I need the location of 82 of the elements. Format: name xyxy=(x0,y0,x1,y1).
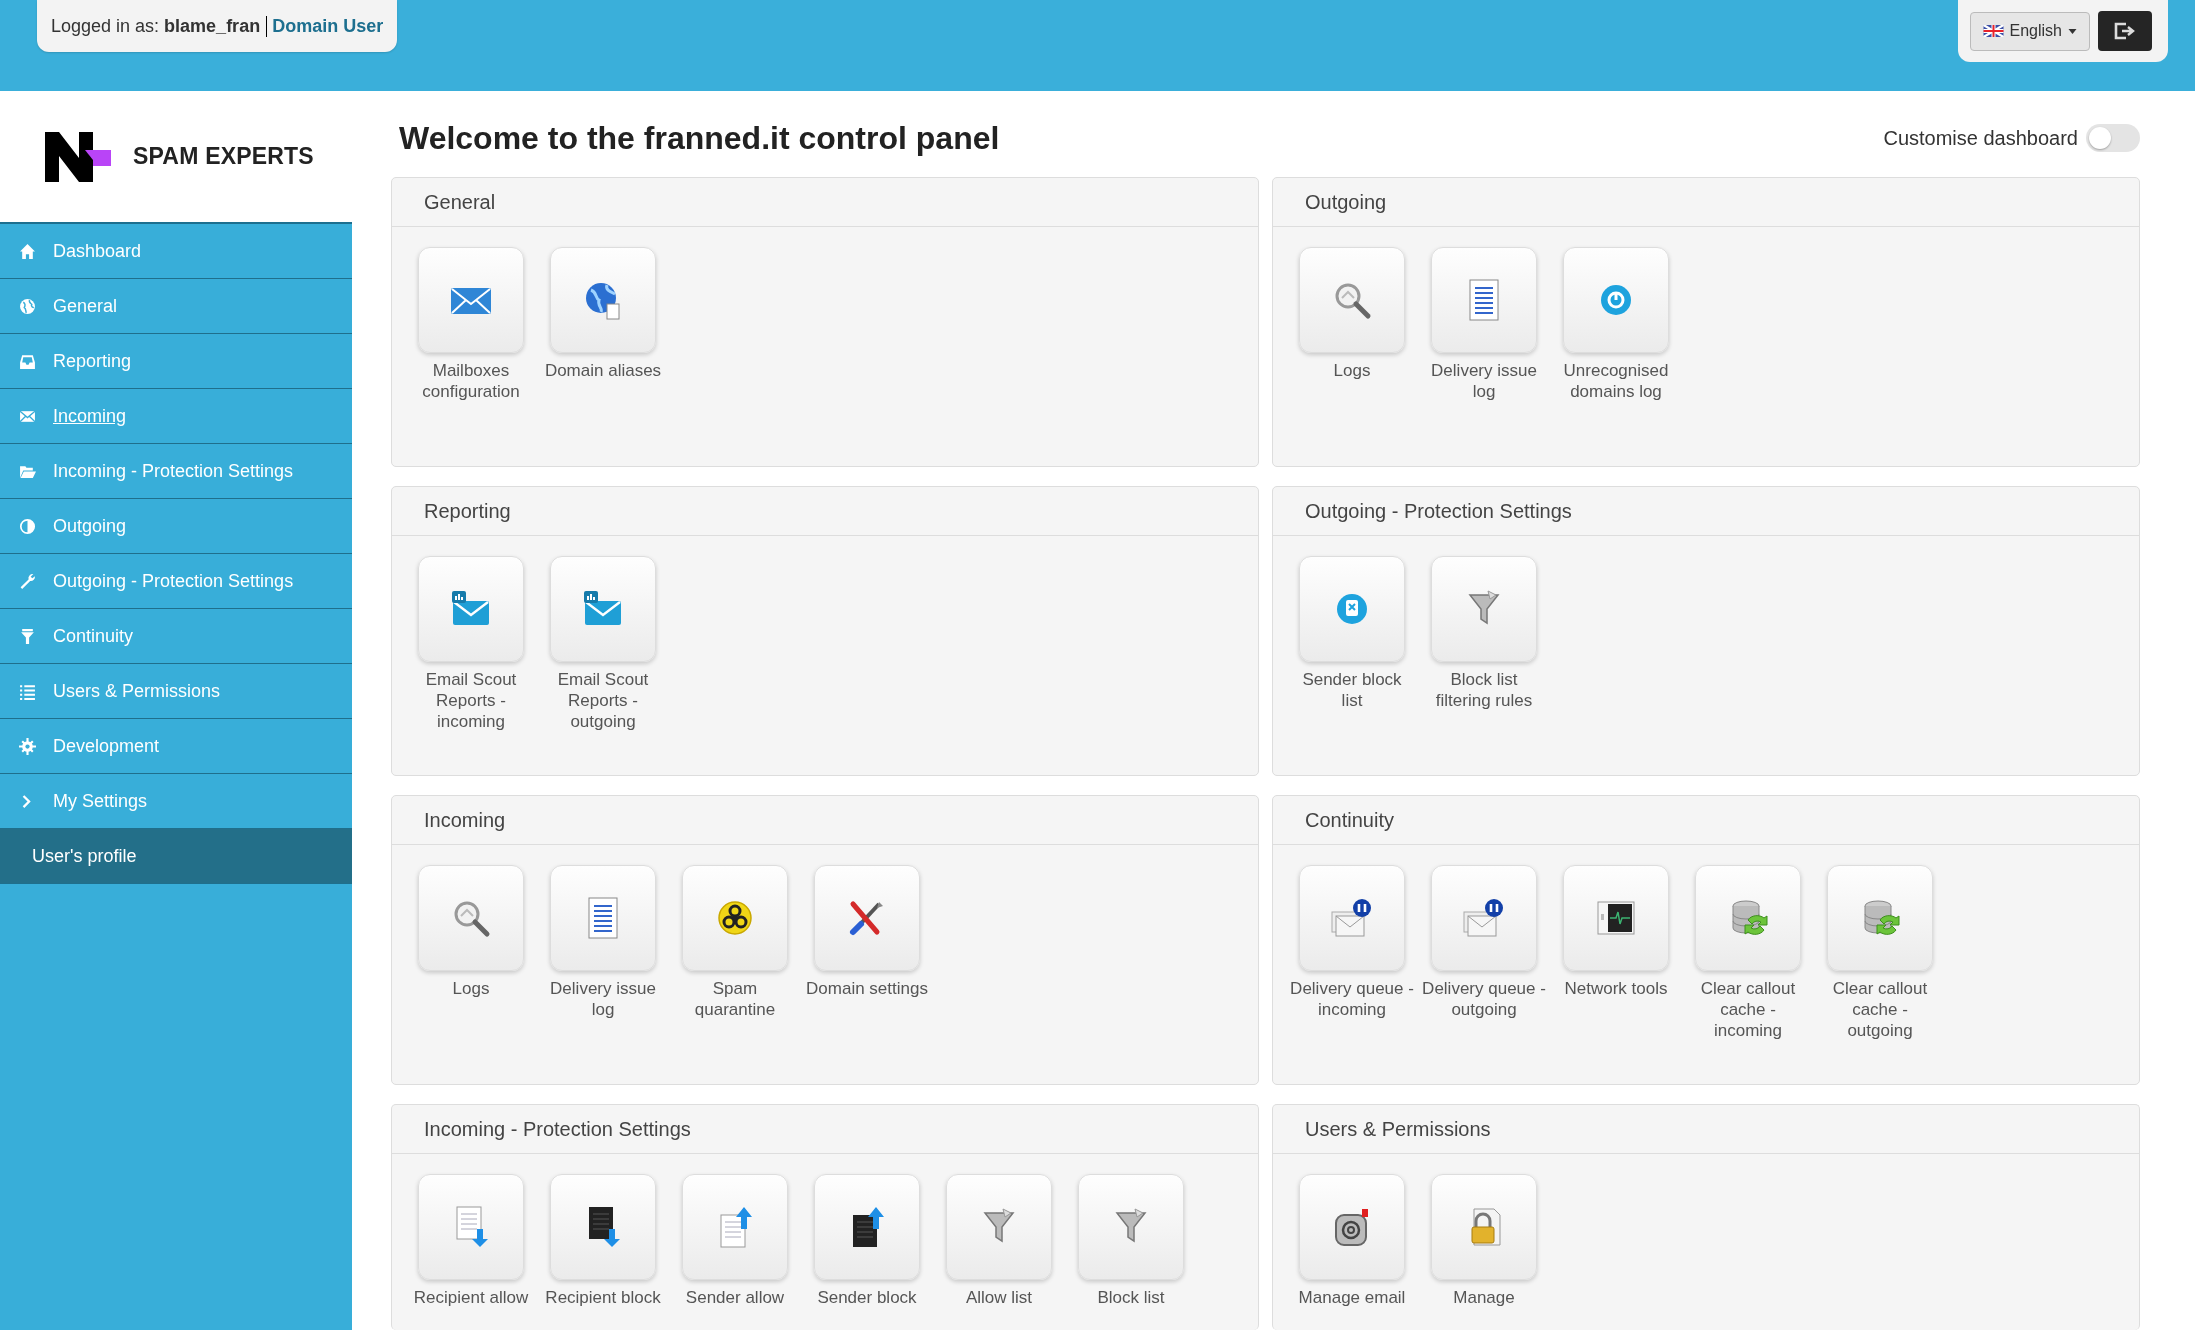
tile-label: Sender allow xyxy=(684,1287,786,1308)
tile-label: Delivery queue - outgoing xyxy=(1422,978,1546,1020)
dashboard-tile[interactable] xyxy=(1827,865,1933,971)
tile-label: Logs xyxy=(451,978,491,999)
tile-label: Email Scout Reports - incoming xyxy=(424,669,518,732)
dashboard-tile[interactable] xyxy=(1078,1174,1184,1280)
tile-label: Logs xyxy=(1332,360,1372,381)
dashboard-tile[interactable] xyxy=(1431,865,1537,971)
flag-icon xyxy=(1982,25,2004,37)
dashboard-tile[interactable] xyxy=(1563,247,1669,353)
tile-label: Clear callout cache - outgoing xyxy=(1831,978,1929,1041)
dashboard-tile[interactable] xyxy=(550,865,656,971)
tile-label: Delivery issue log xyxy=(549,978,657,1020)
logout-button[interactable] xyxy=(2098,11,2152,51)
tile-label: Unrecognised domains log xyxy=(1562,360,1670,402)
dashboard-tile[interactable] xyxy=(418,247,524,353)
username: blame_fran xyxy=(164,15,268,37)
panel-title: Incoming xyxy=(424,808,506,832)
dashboard-tile[interactable] xyxy=(550,1174,656,1280)
dashboard-tile[interactable] xyxy=(418,1174,524,1280)
tile-label: Mailboxes configuration xyxy=(421,360,521,402)
tile-label: Block list xyxy=(1096,1287,1166,1308)
logo-icon xyxy=(45,131,111,182)
dashboard-tile[interactable] xyxy=(946,1174,1052,1280)
sidebar-item[interactable]: User's profile xyxy=(0,829,352,884)
tile-label: Domain aliases xyxy=(543,360,663,381)
tile-label: Allow list xyxy=(964,1287,1034,1308)
tile-label: Recipient block xyxy=(544,1287,662,1308)
page-title: Welcome to the franned.it control panel xyxy=(399,119,1000,157)
wrench-icon xyxy=(19,572,36,590)
dashboard-tile[interactable] xyxy=(1299,1174,1405,1280)
tile-label: Spam quarantine xyxy=(693,978,777,1020)
caret-icon xyxy=(2068,28,2077,34)
dashboard-tile[interactable] xyxy=(682,865,788,971)
logo-text: SPAM EXPERTS xyxy=(133,143,314,170)
role-link[interactable]: Domain User xyxy=(267,15,384,37)
tile-label: Delivery issue log xyxy=(1430,360,1538,402)
settings-icon xyxy=(19,737,36,755)
tile-label: Block list filtering rules xyxy=(1434,669,1534,711)
dashboard-tile[interactable] xyxy=(550,556,656,662)
tile-label: Domain settings xyxy=(805,978,929,999)
dashboard-tile[interactable] xyxy=(1431,1174,1537,1280)
inbox-icon xyxy=(19,352,36,370)
tile-label: Network tools xyxy=(1563,978,1669,999)
tile-label: Delivery queue - incoming xyxy=(1290,978,1414,1020)
customise-label: Customise dashboard xyxy=(1883,126,2078,150)
tile-label: Email Scout Reports - outgoing xyxy=(556,669,650,732)
dashboard-tile[interactable] xyxy=(418,865,524,971)
panel-title: Reporting xyxy=(424,499,511,523)
half-circle-icon xyxy=(19,517,36,535)
dashboard-tile[interactable] xyxy=(1299,865,1405,971)
dashboard-tile[interactable] xyxy=(1431,556,1537,662)
panel-title: Outgoing xyxy=(1305,190,1387,214)
dashboard-tile[interactable] xyxy=(1695,865,1801,971)
customise-toggle[interactable] xyxy=(2086,124,2140,152)
panel-title: Outgoing - Protection Settings xyxy=(1305,499,1572,523)
tile-label: Clear callout cache - incoming xyxy=(1699,978,1797,1041)
dashboard-tile[interactable] xyxy=(814,865,920,971)
panel-title: Continuity xyxy=(1305,808,1394,832)
dashboard-tile[interactable] xyxy=(1563,865,1669,971)
funnel-icon xyxy=(19,627,36,645)
dashboard-tile[interactable] xyxy=(1431,247,1537,353)
panel-title: Incoming - Protection Settings xyxy=(424,1117,691,1141)
panel-title: General xyxy=(424,190,496,214)
tile-label: Manage xyxy=(1452,1287,1516,1308)
globe-icon xyxy=(19,297,36,315)
tile-label: Sender block xyxy=(816,1287,918,1308)
home-icon xyxy=(19,242,36,260)
list-icon xyxy=(19,682,36,700)
dashboard-tile[interactable] xyxy=(418,556,524,662)
language-dropdown[interactable]: English xyxy=(1969,11,2090,51)
dashboard-tile[interactable] xyxy=(1299,247,1405,353)
dashboard-tile[interactable] xyxy=(814,1174,920,1280)
tile-label: Sender block list xyxy=(1301,669,1403,711)
logout-icon xyxy=(2113,21,2137,41)
dashboard-tile[interactable] xyxy=(1299,556,1405,662)
dashboard-tile[interactable] xyxy=(682,1174,788,1280)
dashboard-tile[interactable] xyxy=(550,247,656,353)
login-label: Logged in as: xyxy=(51,15,160,37)
panel-title: Users & Permissions xyxy=(1305,1117,1491,1141)
tile-label: Manage email xyxy=(1297,1287,1407,1308)
tile-label: Recipient allow xyxy=(412,1287,530,1308)
